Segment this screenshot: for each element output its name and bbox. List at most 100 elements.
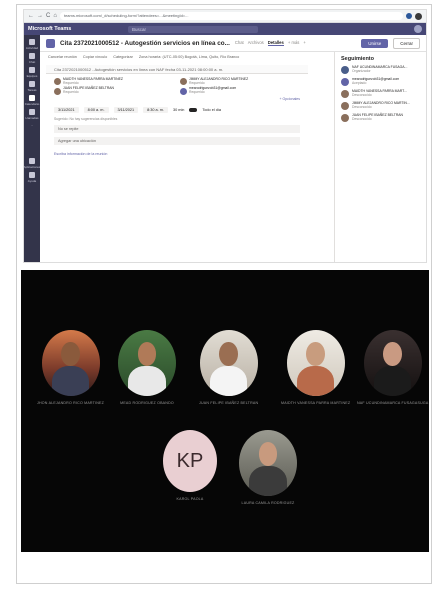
participant-tile[interactable]: LAURA CAMILA RODRIGUEZ <box>239 430 297 505</box>
teams-body: Actividad Chat Equipos Tareas Calendario… <box>24 35 426 262</box>
rail-item-teams[interactable]: Equipos <box>27 67 37 78</box>
participant-video <box>363 330 422 396</box>
start-time-field[interactable]: 8:00 a. m. <box>83 106 109 113</box>
avatar <box>341 78 349 86</box>
participant-head <box>219 341 238 366</box>
address-bar[interactable]: teams.microsoft.com/_#/scheduling-form/?… <box>59 12 403 20</box>
attendee-role: Requerido <box>63 80 79 85</box>
end-date-field[interactable]: 3/11/2021 <box>113 106 139 113</box>
more-icon: ... <box>30 123 34 127</box>
back-icon[interactable]: ← <box>28 13 34 19</box>
participant-video <box>239 430 297 496</box>
participant-tile[interactable]: JUAN FELIPE IBAÑEZ BELTRAN <box>199 330 258 405</box>
meeting-tabs: Chat Archivos Detalles + más + <box>235 40 306 46</box>
home-icon[interactable]: ⌂ <box>53 13 57 19</box>
participant-tile[interactable]: MEAD RODRIGUEZ OBANDO <box>118 330 176 405</box>
app-title: Microsoft Teams <box>28 26 72 32</box>
browser-toolbar: ← → C ⌂ teams.microsoft.com/_#/schedulin… <box>24 10 426 23</box>
participant-name: KAROL PAOLA <box>176 497 204 501</box>
participant-name: MAIDTH VANESSA PARRA MARTINEZ <box>281 401 351 405</box>
join-button[interactable]: Unirse <box>361 38 389 48</box>
avatar <box>180 78 187 86</box>
participant-name: MEAD RODRIGUEZ OBANDO <box>120 401 174 405</box>
copy-link-button[interactable]: Copiar vínculo <box>83 55 107 59</box>
participant-head <box>383 341 403 366</box>
participant-tile[interactable]: KP KAROL PAOLA <box>163 430 217 501</box>
reload-icon[interactable]: C <box>46 13 50 19</box>
participant-body <box>210 365 248 396</box>
tab-chat[interactable]: Chat <box>235 40 244 46</box>
attendee-chip[interactable]: JUAN FELIPE IBAÑEZ BELTRAN Requerido <box>54 87 174 95</box>
participant-body <box>51 365 90 396</box>
attendee-chip[interactable]: MAIDTH VANESSA PARRA MARTINEZ Requerido <box>54 77 174 86</box>
rail-item-calls[interactable]: Llamadas <box>25 109 39 120</box>
tracking-row: mearodriguezob31@gmail.com Aceptado <box>341 77 420 86</box>
categorize-button[interactable]: Categorizar <box>113 55 133 59</box>
teams-screenshot: ← → C ⌂ teams.microsoft.com/_#/schedulin… <box>23 9 427 263</box>
close-button[interactable]: Cerrar <box>393 37 420 49</box>
participant-name: JUAN FELIPE IBAÑEZ BELTRAN <box>199 401 259 405</box>
location-field[interactable]: Agregar una ubicación <box>54 136 300 145</box>
tracking-title: Seguimiento <box>341 56 375 62</box>
avatar <box>180 87 187 95</box>
participant-initials-avatar: KP <box>163 430 217 492</box>
participant-body <box>249 465 287 496</box>
optional-attendees-link[interactable]: + Opcionales <box>46 95 308 103</box>
user-avatar[interactable] <box>414 25 422 33</box>
chat-icon <box>29 53 35 59</box>
all-day-toggle[interactable] <box>189 107 198 112</box>
participant-tile[interactable]: JHON ALEJANDRO RICO MARTINEZ <box>37 330 104 405</box>
meeting-pane: Cita 2372021000512 - Autogestión servici… <box>40 35 426 262</box>
rail-item-label: Actividad <box>25 46 39 50</box>
tracking-pane: Seguimiento NAF UCUNDINAMARCA FUSAGA... O… <box>334 52 426 262</box>
end-time-field[interactable]: 8:30 a. m. <box>143 106 168 113</box>
participant-body <box>374 365 412 396</box>
tracking-status: Desconocido <box>352 117 372 121</box>
rail-item-help[interactable]: Ayuda <box>28 172 36 183</box>
search-input[interactable]: Buscar <box>128 25 258 33</box>
attendee-chip[interactable]: JIMMY ALEJANDRO RICO MARTINEZ Requerido <box>180 77 300 86</box>
extension-icon[interactable] <box>406 13 412 19</box>
tracking-row: NAF UCUNDINAMARCA FUSAGA... Organizador <box>341 65 420 74</box>
tab-add[interactable]: + <box>303 40 305 46</box>
rail-item-label: Ayuda <box>27 179 37 183</box>
participant-name: NAF UCUNDINAMARCA FUSAGASUGA <box>357 401 429 405</box>
page: ← → C ⌂ teams.microsoft.com/_#/schedulin… <box>0 0 445 592</box>
start-date-field[interactable]: 3/11/2021 <box>54 106 79 113</box>
attendee-chip[interactable]: mearodriguezob31@gmail.com Requerido <box>180 87 300 95</box>
forward-icon[interactable]: → <box>37 13 43 19</box>
participant-head <box>306 341 325 366</box>
participant-video <box>41 330 100 396</box>
tab-files[interactable]: Archivos <box>248 40 264 46</box>
calendar-icon <box>28 95 35 101</box>
timezone-select[interactable]: Zona horaria: (UTC-05:00) Bogotá, Lima, … <box>139 55 239 59</box>
meeting-title-field[interactable]: Cita 2372021000512 - Autogestión servici… <box>46 65 308 74</box>
suggestion-note: Sugerido: No hay sugerencias disponibles <box>54 116 118 121</box>
profile-avatar[interactable] <box>415 12 422 20</box>
attendee-list: MAIDTH VANESSA PARRA MARTINEZ Requerido J… <box>46 77 308 95</box>
attendee-role: Requerido <box>189 80 205 85</box>
description-field[interactable]: Escriba información de la reunión <box>46 149 308 159</box>
participant-tile[interactable]: MAIDTH VANESSA PARRA MARTINEZ <box>281 330 350 405</box>
participant-video <box>118 330 176 396</box>
teams-titlebar: Microsoft Teams Buscar <box>24 23 426 35</box>
participant-name: JHON ALEJANDRO RICO MARTINEZ <box>37 401 105 405</box>
rail-item-apps[interactable]: Aplicaciones <box>24 158 40 169</box>
meeting-form: Cita 2372021000512 - Autogestión servici… <box>46 65 308 159</box>
avatar <box>54 87 61 95</box>
repeat-select[interactable]: No se repite <box>54 124 300 133</box>
tracking-row: MAIDTH VANESSA PARRA MART... Desconocido <box>341 89 420 98</box>
cancel-meeting-button[interactable]: Cancelar reunión <box>48 55 77 59</box>
rail-item-tasks[interactable]: Tareas <box>27 81 37 92</box>
participant-tile[interactable]: NAF UCUNDINAMARCA FUSAGASUGA <box>357 330 429 405</box>
calendar-icon <box>46 38 55 48</box>
rail-item-more[interactable]: ... <box>31 123 34 127</box>
app-rail: Actividad Chat Equipos Tareas Calendario… <box>24 35 40 262</box>
tab-more[interactable]: + más <box>288 40 300 46</box>
all-day-label: Todo el día <box>202 107 221 112</box>
tab-details[interactable]: Detalles <box>267 40 284 46</box>
rail-item-calendar[interactable]: Calendario <box>25 95 39 106</box>
rail-item-chat[interactable]: Chat <box>29 53 35 64</box>
rail-item-activity[interactable]: Actividad <box>26 39 38 50</box>
bell-icon <box>29 39 35 45</box>
